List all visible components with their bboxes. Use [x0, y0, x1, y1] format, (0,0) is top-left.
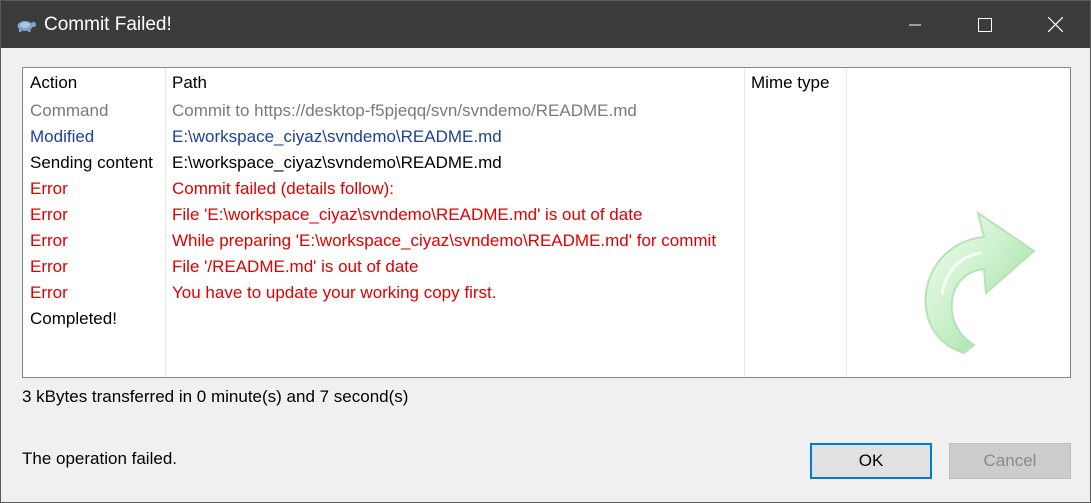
transfer-info: 3 kBytes transferred in 0 minute(s) and …: [22, 387, 409, 406]
ok-button[interactable]: OK: [810, 443, 932, 479]
log-action: Sending content: [30, 153, 153, 172]
close-button[interactable]: [1020, 1, 1090, 48]
log-action: Error: [30, 283, 68, 302]
maximize-button[interactable]: [950, 1, 1020, 48]
green-curved-arrow-icon: [924, 210, 1036, 355]
column-header-path[interactable]: Path: [172, 73, 207, 93]
tortoise-icon: [15, 16, 37, 34]
log-action: Error: [30, 179, 68, 198]
commit-log-list[interactable]: Action Path Mime type Command Commit to …: [22, 67, 1071, 378]
window-controls: [880, 1, 1090, 48]
log-row[interactable]: Modified E:\workspace_ciyaz\svndemo\READ…: [23, 124, 1070, 150]
log-path: File '/README.md' is out of date: [172, 257, 419, 276]
column-header-action[interactable]: Action: [30, 73, 77, 93]
log-path: Commit failed (details follow):: [172, 179, 395, 198]
log-action: Completed!: [30, 309, 117, 328]
cancel-button[interactable]: Cancel: [949, 443, 1071, 479]
log-action: Modified: [30, 127, 95, 146]
minimize-button[interactable]: [880, 1, 950, 48]
log-action: Error: [30, 257, 68, 276]
log-row[interactable]: Sending content E:\workspace_ciyaz\svnde…: [23, 150, 1070, 176]
log-path: You have to update your working copy fir…: [172, 283, 497, 302]
column-header-mime-type[interactable]: Mime type: [751, 73, 829, 93]
close-icon: [1047, 17, 1063, 32]
log-row[interactable]: Command Commit to https://desktop-f5pjeq…: [23, 98, 1070, 124]
title-bar[interactable]: Commit Failed!: [1, 1, 1090, 48]
minimize-icon: [909, 24, 921, 25]
commit-failed-dialog: Commit Failed! Action Path Mime type Com…: [0, 0, 1091, 503]
log-path: File 'E:\workspace_ciyaz\svndemo\README.…: [172, 205, 643, 224]
log-path: While preparing 'E:\workspace_ciyaz\svnd…: [172, 231, 717, 250]
log-path: E:\workspace_ciyaz\svndemo\README.md: [172, 153, 502, 172]
log-path: E:\workspace_ciyaz\svndemo\README.md: [172, 127, 502, 146]
status-message: The operation failed.: [22, 449, 177, 468]
log-action: Error: [30, 205, 68, 224]
log-path: Commit to https://desktop-f5pjeqq/svn/sv…: [172, 101, 637, 120]
maximize-icon: [978, 17, 992, 32]
window-title: Commit Failed!: [44, 13, 172, 35]
log-action: Command: [30, 101, 109, 120]
log-action: Error: [30, 231, 68, 250]
